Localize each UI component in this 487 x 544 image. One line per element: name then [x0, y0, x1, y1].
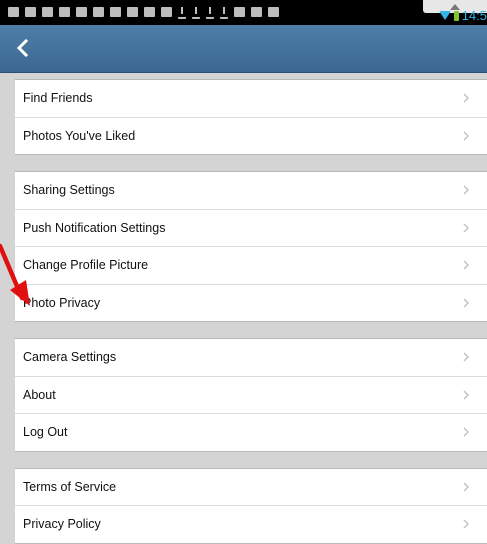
menu-item-push-notification-settings[interactable]: Push Notification Settings — [15, 209, 487, 247]
menu-item-label: Push Notification Settings — [23, 220, 166, 235]
menu-item-sharing-settings[interactable]: Sharing Settings — [15, 172, 487, 210]
menu-item-camera-settings[interactable]: Camera Settings — [15, 339, 487, 377]
menu-item-label: About — [23, 387, 56, 402]
notification-icons — [8, 7, 279, 19]
menu-item-label: Photos You've Liked — [23, 128, 136, 143]
settings-group: Find Friends Photos You've Liked — [15, 79, 487, 155]
action-bar — [0, 25, 487, 73]
menu-item-photos-liked[interactable]: Photos You've Liked — [15, 117, 487, 154]
menu-item-about[interactable]: About — [15, 376, 487, 414]
chevron-right-icon — [463, 427, 470, 437]
chevron-right-icon — [463, 130, 470, 141]
notification-icon — [251, 7, 262, 17]
menu-item-change-profile-picture[interactable]: Change Profile Picture — [15, 247, 487, 285]
wifi-icon — [438, 11, 451, 20]
menu-item-label: Sharing Settings — [23, 183, 115, 197]
image-icon — [234, 7, 245, 17]
chevron-right-icon — [463, 185, 470, 195]
notification-icon — [76, 7, 87, 17]
menu-item-label: Terms of Service — [23, 479, 117, 494]
menu-item-label: Log Out — [23, 425, 68, 439]
settings-list: Find Friends Photos You've Liked Sharing… — [15, 72, 487, 544]
notification-icon — [268, 7, 279, 17]
menu-item-photo-privacy[interactable]: Photo Privacy — [15, 284, 487, 321]
notification-icon — [8, 7, 19, 17]
clock: 14:5 — [461, 8, 487, 23]
annotation-arrow — [0, 243, 30, 306]
notification-icon — [127, 7, 138, 17]
settings-group: Camera Settings About Log Out — [15, 338, 487, 452]
chevron-right-icon — [463, 297, 470, 308]
settings-group: Terms of Service Privacy Policy — [15, 467, 487, 544]
status-bar: 14:5 — [0, 0, 487, 25]
battery-icon — [453, 10, 459, 21]
settings-group: Sharing Settings Push Notification Setti… — [15, 171, 487, 322]
menu-item-label: Privacy Policy — [23, 517, 101, 531]
menu-item-find-friends[interactable]: Find Friends — [15, 80, 487, 118]
download-icon — [206, 7, 214, 19]
notification-icon — [110, 7, 121, 17]
notification-icon — [25, 7, 36, 17]
menu-item-label: Find Friends — [23, 91, 93, 105]
menu-item-label: Photo Privacy — [23, 295, 101, 310]
download-icon — [220, 7, 228, 19]
menu-item-terms-of-service[interactable]: Terms of Service — [15, 468, 487, 506]
menu-item-label: Change Profile Picture — [23, 258, 149, 272]
chevron-right-icon — [463, 481, 470, 492]
notification-icon — [93, 7, 104, 17]
menu-item-privacy-policy[interactable]: Privacy Policy — [15, 506, 487, 543]
chevron-right-icon — [463, 260, 470, 270]
chevron-right-icon — [463, 93, 470, 103]
chevron-right-icon — [463, 389, 470, 400]
notification-icon — [59, 7, 70, 17]
mail-icon — [144, 7, 155, 17]
chevron-right-icon — [463, 222, 470, 233]
status-indicators: 14:5 — [438, 8, 487, 23]
notification-icon — [42, 7, 53, 17]
chevron-right-icon — [463, 352, 470, 362]
chevron-left-icon — [16, 38, 29, 58]
download-icon — [178, 7, 186, 19]
download-icon — [192, 7, 200, 19]
back-button[interactable] — [13, 38, 33, 58]
mail-icon — [161, 7, 172, 17]
chevron-right-icon — [463, 519, 470, 529]
menu-item-label: Camera Settings — [23, 350, 117, 364]
menu-item-log-out[interactable]: Log Out — [15, 414, 487, 451]
